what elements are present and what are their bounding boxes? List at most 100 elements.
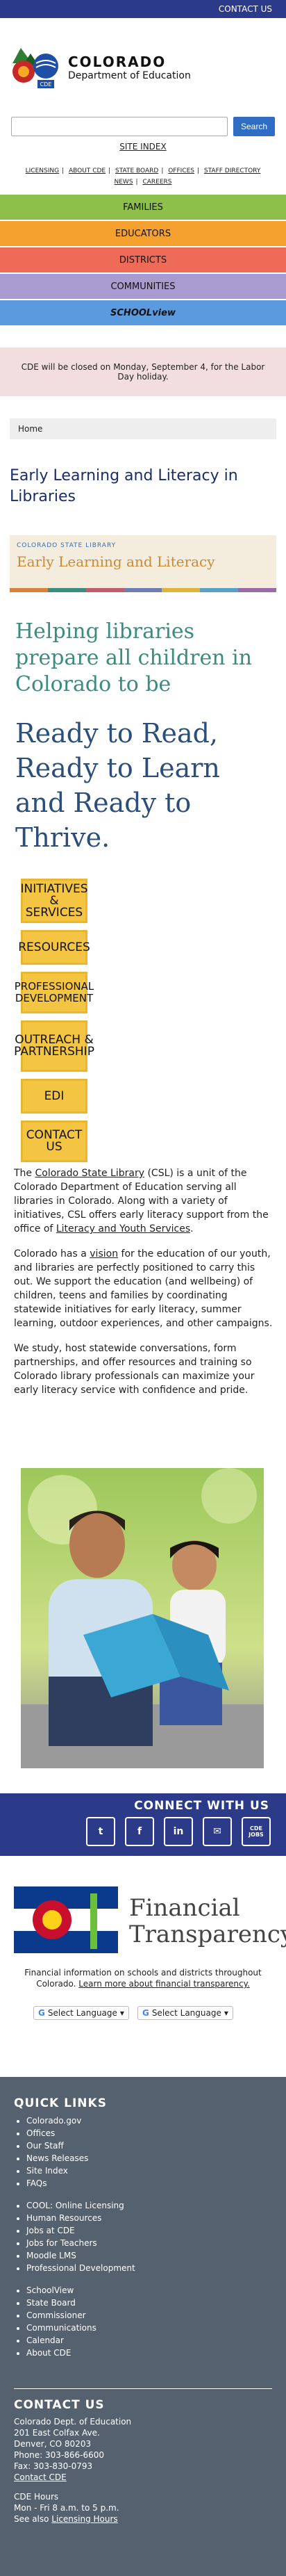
page-title: Early Learning and Literacy in Libraries: [10, 467, 238, 505]
financial-transparency: Financial Transparency Financial informat…: [0, 1877, 286, 2064]
nav-districts[interactable]: DISTRICTS: [0, 247, 286, 272]
literacy-youth-link[interactable]: Literacy and Youth Services: [56, 1223, 190, 1234]
google-translate-select-2[interactable]: G Select Language ▾: [137, 2006, 233, 2020]
cde-logo[interactable]: CDE COLORADO Department of Education: [7, 42, 191, 92]
twitter-icon[interactable]: t: [86, 1817, 115, 1846]
email-icon[interactable]: ✉: [203, 1817, 232, 1846]
google-icon: G: [142, 2008, 149, 2018]
chevron-down-icon: ▾: [119, 2008, 124, 2018]
nav-families[interactable]: FAMILIES: [0, 195, 286, 220]
footer-link[interactable]: FAQs: [26, 2177, 135, 2190]
nav-communities[interactable]: COMMUNITIES: [0, 274, 286, 299]
util-nav-news[interactable]: NEWS: [115, 179, 133, 186]
helping-heading: Helping libraries prepare all children i…: [15, 619, 253, 696]
google-icon: G: [38, 2008, 45, 2018]
banner-stripe: [10, 588, 277, 592]
footer-link[interactable]: Our Staff: [26, 2139, 135, 2152]
google-translate-select[interactable]: G Select Language ▾: [33, 2006, 129, 2020]
site-index-link[interactable]: SITE INDEX: [0, 142, 286, 152]
footer-link[interactable]: Jobs at CDE: [26, 2224, 135, 2237]
util-nav-careers[interactable]: CAREERS: [142, 179, 171, 186]
logo-title: COLORADO: [68, 54, 167, 70]
linkedin-icon[interactable]: in: [164, 1817, 193, 1846]
footer-link[interactable]: Site Index: [26, 2165, 135, 2177]
contact-line: 201 East Colfax Ave.: [14, 2428, 100, 2438]
utility-nav: LICENSING | ABOUT CDE | STATE BOARD | OFFIC…: [25, 168, 261, 186]
intro-text: The Colorado State Library (CSL) is a un…: [14, 1166, 275, 1408]
top-bar: CONTACT US: [0, 0, 286, 18]
search-button[interactable]: Search: [233, 117, 275, 136]
side-nav-professional-development[interactable]: PROFESSIONAL DEVELOPMENT: [15, 972, 94, 1013]
contact-line: Fax: 303-830-0793: [14, 2461, 93, 2471]
quick-links-group-3: SchoolView State Board Commissioner Comm…: [14, 2284, 135, 2359]
quick-links-group-2: COOL: Online Licensing Human Resources J…: [14, 2199, 135, 2274]
contact-line: Denver, CO 80203: [14, 2439, 92, 2449]
colorado-flag-icon[interactable]: [14, 1886, 118, 1956]
closure-alert: CDE will be closed on Monday, September …: [0, 348, 286, 396]
financial-learn-more-link[interactable]: Learn more about financial transparency.: [78, 1979, 250, 1989]
footer-link[interactable]: About CDE: [26, 2347, 135, 2359]
ready-heading: Ready to Read, Ready to Learn and Ready …: [15, 718, 220, 853]
banner-title: Early Learning and Literacy: [17, 553, 215, 570]
contact-cde-link[interactable]: Contact CDE: [14, 2472, 67, 2482]
social-icons: t f in ✉ CDE JOBS: [86, 1817, 271, 1846]
footer-link[interactable]: Jobs for Teachers: [26, 2237, 135, 2249]
footer-link[interactable]: Colorado.gov: [26, 2114, 135, 2127]
footer-divider: [14, 2388, 272, 2389]
licensing-hours-link[interactable]: Licensing Hours: [51, 2514, 117, 2524]
cde-jobs-icon[interactable]: CDE JOBS: [242, 1817, 271, 1846]
footer-link[interactable]: Moodle LMS: [26, 2249, 135, 2262]
chevron-down-icon: ▾: [224, 2008, 228, 2018]
footer-link[interactable]: Professional Development: [26, 2262, 135, 2274]
financial-title[interactable]: Financial Transparency: [129, 1895, 286, 1948]
util-nav-licensing[interactable]: LICENSING: [26, 168, 59, 174]
csl-link[interactable]: Colorado State Library: [35, 1168, 145, 1179]
facebook-icon[interactable]: f: [125, 1817, 154, 1846]
father-daughter-reading-photo: [21, 1468, 264, 1768]
banner-subtitle: COLORADO STATE LIBRARY: [17, 542, 117, 549]
footer-link[interactable]: State Board: [26, 2297, 135, 2309]
contact-line: Phone: 303-866-6600: [14, 2450, 105, 2460]
hours-title: CDE Hours: [14, 2492, 59, 2502]
nav-educators[interactable]: EDUCATORS: [0, 221, 286, 246]
site-header: CDE COLORADO Department of Education: [0, 18, 286, 101]
search-bar: Search: [11, 117, 275, 136]
side-nav-resources[interactable]: RESOURCES: [18, 930, 90, 965]
footer-link[interactable]: SchoolView: [26, 2284, 135, 2297]
contact-line: Colorado Dept. of Education: [14, 2417, 132, 2427]
contact-us-link[interactable]: CONTACT US: [219, 4, 272, 14]
nav-schoolview[interactable]: SCHOOLview: [0, 300, 286, 325]
intro-paragraph-3: We study, host statewide conversations, …: [14, 1343, 255, 1396]
connect-label: CONNECT WITH US: [134, 1799, 269, 1813]
util-nav-staff-directory[interactable]: STAFF DIRECTORY: [204, 168, 260, 174]
footer-link[interactable]: Offices: [26, 2127, 135, 2139]
contact-title: CONTACT US: [14, 2398, 105, 2412]
footer-link[interactable]: Commissioner: [26, 2309, 135, 2322]
main-nav: FAMILIES EDUCATORS DISTRICTS COMMUNITIES…: [0, 195, 286, 327]
side-nav-outreach[interactable]: OUTREACH & PARTNERSHIP: [14, 1020, 94, 1072]
util-nav-about[interactable]: ABOUT CDE: [69, 168, 106, 174]
search-input[interactable]: [11, 117, 228, 136]
footer-link[interactable]: News Releases: [26, 2152, 135, 2165]
footer-contact: CONTACT US Colorado Dept. of Education 2…: [14, 2399, 131, 2525]
side-nav-edi[interactable]: EDI: [21, 1079, 87, 1114]
side-nav-contact[interactable]: CONTACT US: [21, 1120, 87, 1162]
footer-link[interactable]: Communications: [26, 2322, 135, 2334]
footer-link[interactable]: COOL: Online Licensing: [26, 2199, 135, 2212]
licensing-hours: See also Licensing Hours: [14, 2514, 118, 2524]
vision-link[interactable]: vision: [90, 1248, 118, 1260]
translate-controls: G Select Language ▾ G Select Language ▾: [33, 2006, 233, 2020]
intro-paragraph-2: Colorado has a vision for the education …: [14, 1248, 273, 1329]
footer-link[interactable]: Human Resources: [26, 2212, 135, 2224]
footer-link[interactable]: Calendar: [26, 2334, 135, 2347]
csl-banner: COLORADO STATE LIBRARY Early Learning an…: [10, 535, 277, 592]
util-nav-state-board[interactable]: STATE BOARD: [115, 168, 158, 174]
side-nav-initiatives[interactable]: INITIATIVES & SERVICES: [21, 879, 88, 923]
util-nav-offices[interactable]: OFFICES: [168, 168, 194, 174]
financial-description: Financial information on schools and dis…: [24, 1968, 262, 1989]
quick-links-group-1: Colorado.gov Offices Our Staff News Rele…: [14, 2114, 135, 2190]
svg-text:CDE: CDE: [40, 81, 52, 88]
colorado-flag-logo-icon: CDE: [12, 48, 58, 88]
breadcrumb-home[interactable]: Home: [18, 424, 42, 434]
side-nav: INITIATIVES & SERVICES RESOURCES PROFESS…: [14, 879, 94, 1169]
